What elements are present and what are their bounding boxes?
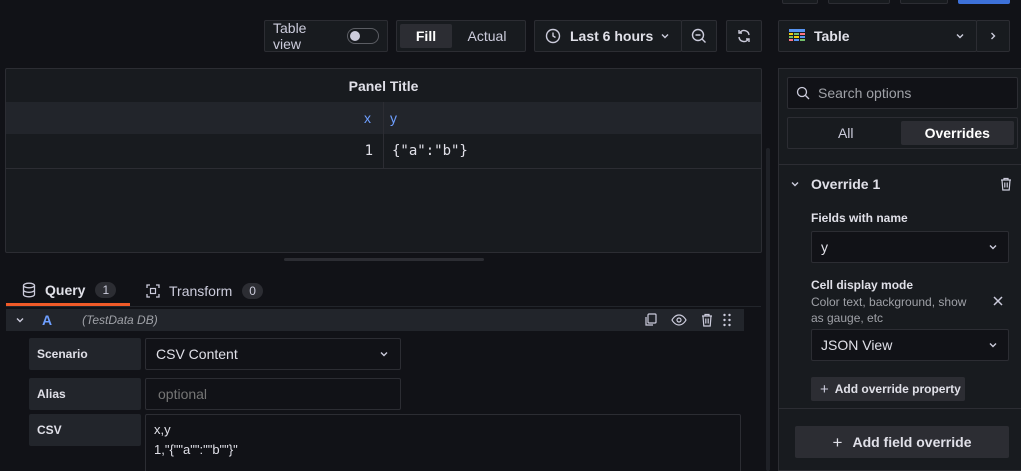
chevron-down-icon [791,182,799,187]
chevron-down-icon [380,352,388,357]
trash-icon[interactable] [700,313,714,327]
switch-knob [350,31,361,41]
cell-x: 1 [6,134,384,168]
collapse-options-button[interactable] [976,20,1010,52]
duplicate-icon[interactable] [644,313,658,327]
chevron-down-icon [661,34,669,39]
chevron-right-icon [991,32,996,40]
scenario-select[interactable]: CSV Content [145,338,401,370]
panel-title: Panel Title [348,78,419,94]
add-override-property-label: Add override property [834,382,961,396]
csv-label: CSV [29,414,141,446]
chevron-down-icon [989,245,997,250]
table-header: x y [6,102,761,134]
visualization-picker[interactable]: Table [778,20,977,52]
table-view-toggle-group: Table view [264,20,388,52]
trash-icon[interactable] [999,177,1013,191]
zoom-out-icon [691,28,706,43]
time-range-label: Last 6 hours [570,28,654,44]
fields-with-name-label: Fields with name [811,211,908,225]
time-picker[interactable]: Last 6 hours [534,20,682,52]
cell-y: {"a":"b"} [392,143,468,159]
panel: Panel Title x y 1 {"a":"b"} [5,68,762,253]
plus-icon: + [820,380,829,398]
query-ref-id[interactable]: A [42,312,52,328]
override-title: Override 1 [811,176,881,192]
database-icon [22,282,36,297]
alias-label: Alias [29,378,141,410]
refresh-button[interactable] [726,20,762,52]
eye-icon[interactable] [671,313,687,327]
column-header-x[interactable]: x [6,102,384,134]
override-header[interactable]: Override 1 [779,170,1021,198]
scenario-value: CSV Content [156,346,238,362]
cell-display-select[interactable]: JSON View [811,329,1009,361]
search-options-box[interactable]: Search options [787,77,1018,109]
query-row-header[interactable]: A (TestData DB) [6,309,744,331]
tab-transform[interactable]: Transform 0 [146,276,276,306]
chevron-down-icon [956,34,964,39]
csv-line-2: 1,"{""a"":""b""}" [154,442,238,457]
plus-icon: + [832,432,843,452]
add-field-override-label: Add field override [852,434,972,450]
fill-button[interactable]: Fill [400,24,452,48]
top-primary-button[interactable] [958,0,1010,4]
fields-with-name-select[interactable]: y [811,231,1009,263]
drag-handle-icon[interactable] [722,313,732,327]
collapse-chevron-icon[interactable] [14,314,26,326]
zoom-out-button[interactable] [681,20,717,52]
column-header-y[interactable]: y [384,102,397,134]
tab-transform-label: Transform [169,283,233,299]
tab-transform-count: 0 [242,283,263,299]
search-icon [796,86,810,100]
table-viz-icon [789,29,805,41]
clock-icon [545,28,561,44]
tab-query-count: 1 [95,281,117,298]
options-divider-2 [779,408,1021,409]
chevron-down-icon [989,343,997,348]
add-override-property-button[interactable]: + Add override property [811,377,965,401]
csv-editor[interactable]: x,y 1,"{""a"":""b""}" [145,414,741,471]
table-view-switch[interactable] [347,28,379,44]
close-icon[interactable] [992,295,1004,307]
options-tabs: All Overrides [787,117,1018,149]
tab-query[interactable]: Query 1 [6,276,130,306]
viz-label: Table [814,28,850,44]
cell-display-description: Color text, background, show as gauge, e… [811,295,967,325]
table-row: 1 {"a":"b"} [6,134,761,169]
actual-button[interactable]: Actual [452,28,522,44]
top-button-1[interactable] [782,0,818,4]
add-field-override-button[interactable]: + Add field override [795,426,1009,458]
table-view-label: Table view [273,20,307,52]
scenario-label: Scenario [29,338,141,370]
cell-display-label: Cell display mode [811,278,914,292]
search-options-placeholder: Search options [818,85,912,101]
panel-scrollbar[interactable] [766,148,770,471]
csv-line-1: x,y [154,422,171,437]
tab-overrides[interactable]: Overrides [900,121,1014,145]
query-datasource: (TestData DB) [82,313,158,327]
alias-input[interactable] [145,378,401,410]
refresh-icon [738,29,750,43]
tab-query-label: Query [45,281,86,298]
top-button-3[interactable] [900,0,948,4]
tabs-divider [6,306,761,307]
tab-all[interactable]: All [791,125,901,141]
transform-icon [146,284,160,298]
options-divider [779,164,1021,165]
top-button-2[interactable] [828,0,890,4]
fill-actual-group: Fill Actual [396,20,526,52]
cell-display-value: JSON View [821,337,893,353]
pane-splitter[interactable] [284,258,484,261]
fields-with-name-value: y [821,239,828,255]
